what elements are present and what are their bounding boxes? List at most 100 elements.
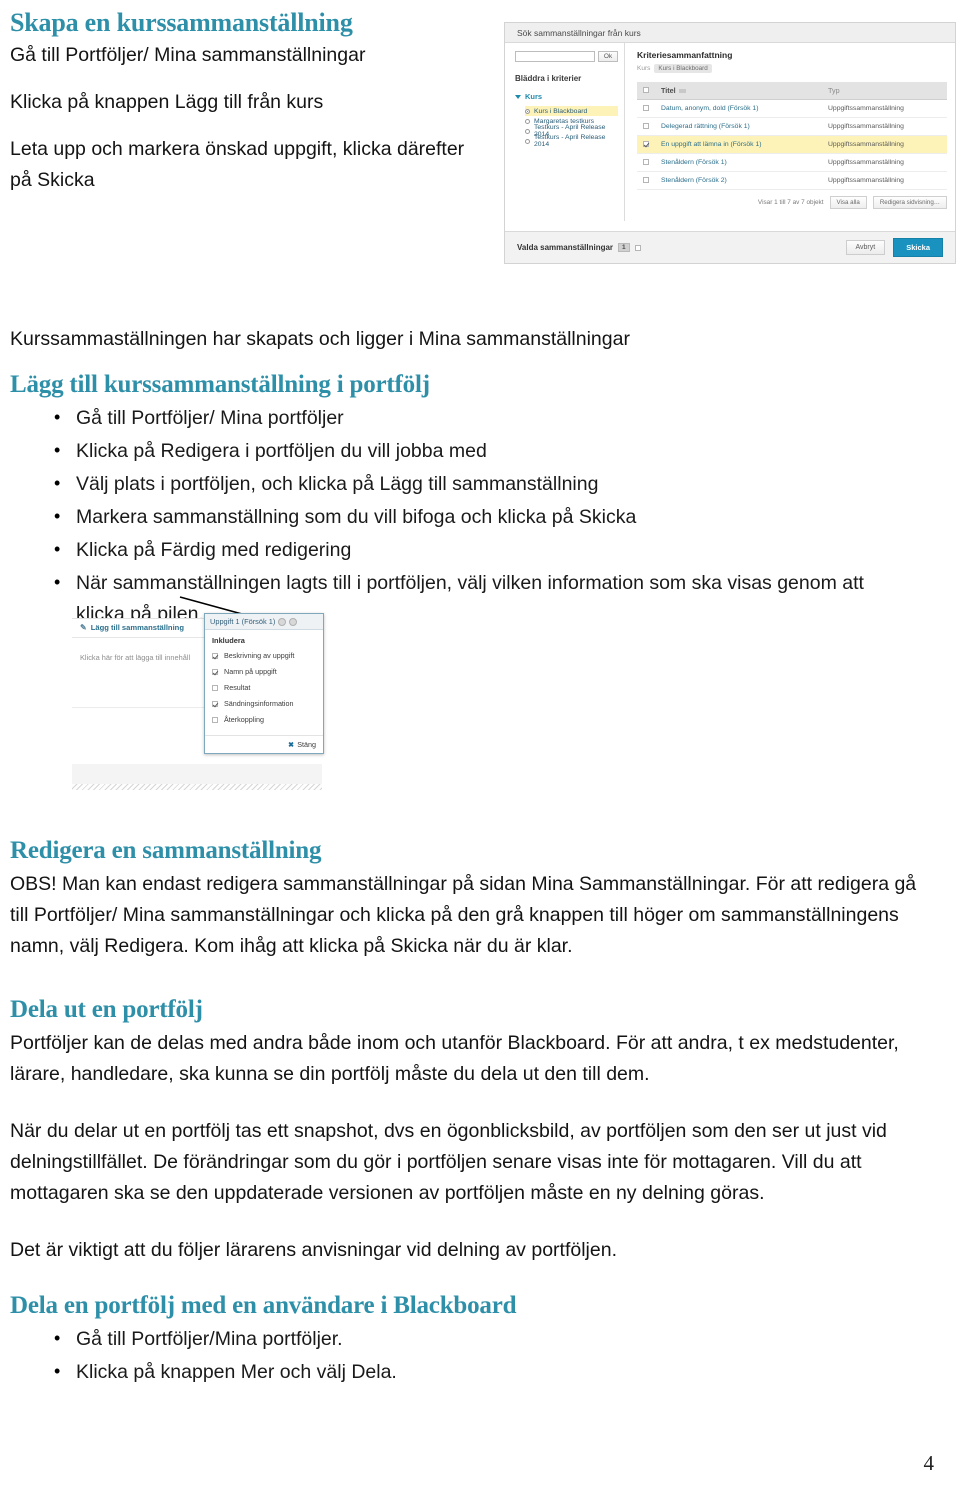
breadcrumb: Kurs Kurs i Blackboard bbox=[637, 64, 947, 73]
row-type: Uppgiftssammanställning bbox=[822, 135, 947, 154]
tree-item-list: Kurs i Blackboard Margaretas testkurs Te… bbox=[525, 106, 618, 148]
s2-line1: Kurssammaställningen har skapats och lig… bbox=[10, 328, 630, 350]
table-head: Titel Typ bbox=[637, 82, 947, 100]
popup-option-label: Namn på uppgift bbox=[224, 667, 277, 676]
row-type: Uppgiftssammanställning bbox=[822, 117, 947, 136]
row-type: Uppgiftssammanställning bbox=[822, 99, 947, 118]
popup-section-title: Inkludera bbox=[212, 636, 245, 645]
s4-paragraph-1: Portföljer kan de delas med andra både i… bbox=[10, 1032, 899, 1085]
screenshot1-body: Ok Bläddra i kriterier Kurs Kurs i Black… bbox=[505, 43, 955, 221]
popup-title-text: Uppgift 1 (Försök 1) bbox=[210, 617, 276, 626]
paperclip-icon: ✎ bbox=[80, 623, 87, 632]
popup-option[interactable]: Återkoppling bbox=[212, 715, 316, 724]
radio-icon bbox=[525, 128, 530, 134]
checkbox-icon[interactable] bbox=[643, 158, 649, 165]
popup-body: Inkludera Beskrivning av uppgift Namn på… bbox=[205, 630, 323, 735]
table-row[interactable]: Datum, anonym, dold (Försök 1) Uppgiftss… bbox=[637, 99, 947, 118]
page-number: 4 bbox=[923, 1451, 935, 1475]
screenshot1-search-row: Ok bbox=[515, 51, 618, 62]
row-checkbox-cell[interactable] bbox=[637, 171, 655, 190]
s1-line3: Leta upp och markera önskad uppgift, kli… bbox=[10, 138, 465, 191]
status-badge: 1 bbox=[618, 243, 630, 252]
table-row[interactable]: Delegerad rättning (Försök 1) Uppgiftssa… bbox=[637, 117, 947, 136]
popup-option[interactable]: Namn på uppgift bbox=[212, 667, 316, 676]
row-title-link[interactable]: Stenåldern (Försök 2) bbox=[661, 177, 727, 184]
popup-close-label: Stäng bbox=[297, 740, 316, 749]
tree-item[interactable]: Kurs i Blackboard bbox=[525, 106, 618, 116]
breadcrumb-value: Kurs i Blackboard bbox=[654, 64, 712, 73]
checkbox-icon[interactable] bbox=[212, 684, 218, 691]
row-title-link[interactable]: Datum, anonym, dold (Försök 1) bbox=[661, 105, 758, 112]
checkbox-icon[interactable] bbox=[643, 140, 649, 147]
popup-footer[interactable]: ✖ Stäng bbox=[205, 735, 323, 753]
tree-root-kurs[interactable]: Kurs bbox=[515, 92, 618, 101]
table-row[interactable]: Stenåldern (Försök 2) Uppgiftssammanstäl… bbox=[637, 171, 947, 190]
torn-edge-decoration bbox=[72, 784, 322, 790]
results-table: Titel Typ Datum, anonym, dold (Försök 1)… bbox=[637, 82, 947, 190]
row-title-link[interactable]: Stenåldern (Försök 1) bbox=[661, 159, 727, 166]
column-header-typ[interactable]: Typ bbox=[822, 82, 947, 100]
popup-header: Uppgift 1 (Försök 1) bbox=[205, 614, 323, 630]
row-checkbox-cell[interactable] bbox=[637, 135, 655, 154]
checkbox-icon[interactable] bbox=[643, 122, 649, 129]
include-options-popup: Uppgift 1 (Försök 1) Inkludera Beskrivni… bbox=[204, 613, 324, 754]
checkbox-icon[interactable] bbox=[643, 87, 649, 93]
browse-criteria-title: Bläddra i kriterier bbox=[515, 74, 582, 83]
row-checkbox-cell[interactable] bbox=[637, 153, 655, 172]
screenshot1-main: Kriteriesammanfattning Kurs Kurs i Black… bbox=[625, 43, 955, 221]
ok-button[interactable]: Ok bbox=[598, 51, 618, 62]
cancel-button[interactable]: Avbryt bbox=[845, 240, 886, 255]
popup-option[interactable]: Resultat bbox=[212, 683, 316, 692]
popup-option[interactable]: Beskrivning av uppgift bbox=[212, 651, 316, 660]
tree-item[interactable]: Testkurs - April Release 2014 bbox=[525, 134, 618, 148]
close-icon[interactable] bbox=[289, 617, 298, 626]
radio-icon bbox=[525, 118, 530, 124]
checkbox-icon[interactable] bbox=[212, 668, 218, 675]
edit-paging-button[interactable]: Redigera sidvisning… bbox=[872, 196, 947, 209]
selected-summaries-text: Valda sammanställningar bbox=[517, 243, 614, 252]
add-summary-label: Lägg till sammanställning bbox=[90, 623, 184, 632]
checkbox-icon[interactable] bbox=[212, 652, 218, 659]
select-all-header[interactable] bbox=[637, 82, 655, 100]
row-title[interactable]: En uppgift att lämna in (Försök 1) bbox=[655, 135, 822, 154]
criteria-search-input[interactable] bbox=[515, 51, 595, 62]
show-all-button[interactable]: Visa alla bbox=[829, 196, 867, 209]
column-header-titel[interactable]: Titel bbox=[655, 82, 822, 100]
checkbox-icon[interactable] bbox=[643, 104, 649, 111]
checkbox-icon[interactable] bbox=[212, 716, 218, 723]
move-icon[interactable] bbox=[278, 617, 287, 626]
column-label: Titel bbox=[661, 86, 676, 95]
table-row[interactable]: Stenåldern (Försök 1) Uppgiftssammanstäl… bbox=[637, 153, 947, 172]
row-title[interactable]: Stenåldern (Försök 2) bbox=[655, 171, 822, 190]
checkbox-icon[interactable] bbox=[643, 176, 649, 183]
criteria-tree: Kurs Kurs i Blackboard Margaretas testku… bbox=[515, 92, 618, 148]
list-item: Gå till Portföljer/Mina portföljer. bbox=[10, 1323, 934, 1355]
row-title[interactable]: Datum, anonym, dold (Försök 1) bbox=[655, 99, 822, 118]
s4-paragraph-3: Det är viktigt att du följer lärarens an… bbox=[10, 1239, 617, 1261]
row-title[interactable]: Delegerad rättning (Försök 1) bbox=[655, 117, 822, 136]
chevron-down-icon bbox=[515, 94, 521, 99]
list-item: Markera sammanställning som du vill bifo… bbox=[10, 501, 934, 533]
submit-button[interactable]: Skicka bbox=[893, 238, 943, 257]
table-row[interactable]: En uppgift att lämna in (Försök 1) Uppgi… bbox=[637, 135, 947, 154]
row-title-link[interactable]: En uppgift att lämna in (Försök 1) bbox=[661, 141, 762, 148]
row-title-link[interactable]: Delegerad rättning (Försök 1) bbox=[661, 123, 750, 130]
tree-root-label: Kurs bbox=[525, 92, 543, 101]
screenshot-sok-sammanstallningar: Sök sammanställningar från kurs Ok Blädd… bbox=[504, 22, 956, 264]
tree-item-label: Kurs i Blackboard bbox=[534, 107, 588, 115]
screenshot1-sidebar: Ok Bläddra i kriterier Kurs Kurs i Black… bbox=[505, 43, 625, 221]
tree-item-label: Testkurs - April Release 2014 bbox=[534, 134, 606, 148]
row-checkbox-cell[interactable] bbox=[637, 117, 655, 136]
popup-option-label: Sändningsinformation bbox=[224, 699, 294, 708]
close-x-icon: ✖ bbox=[288, 740, 295, 749]
checkbox-icon[interactable] bbox=[212, 700, 218, 707]
row-checkbox-cell[interactable] bbox=[637, 99, 655, 118]
checkbox-icon[interactable] bbox=[634, 244, 641, 251]
popup-option[interactable]: Sändningsinformation bbox=[212, 699, 316, 708]
radio-icon bbox=[525, 108, 530, 114]
row-title[interactable]: Stenåldern (Försök 1) bbox=[655, 153, 822, 172]
document-page: Skapa en kurssammanställning Gå till Por… bbox=[0, 0, 960, 1490]
